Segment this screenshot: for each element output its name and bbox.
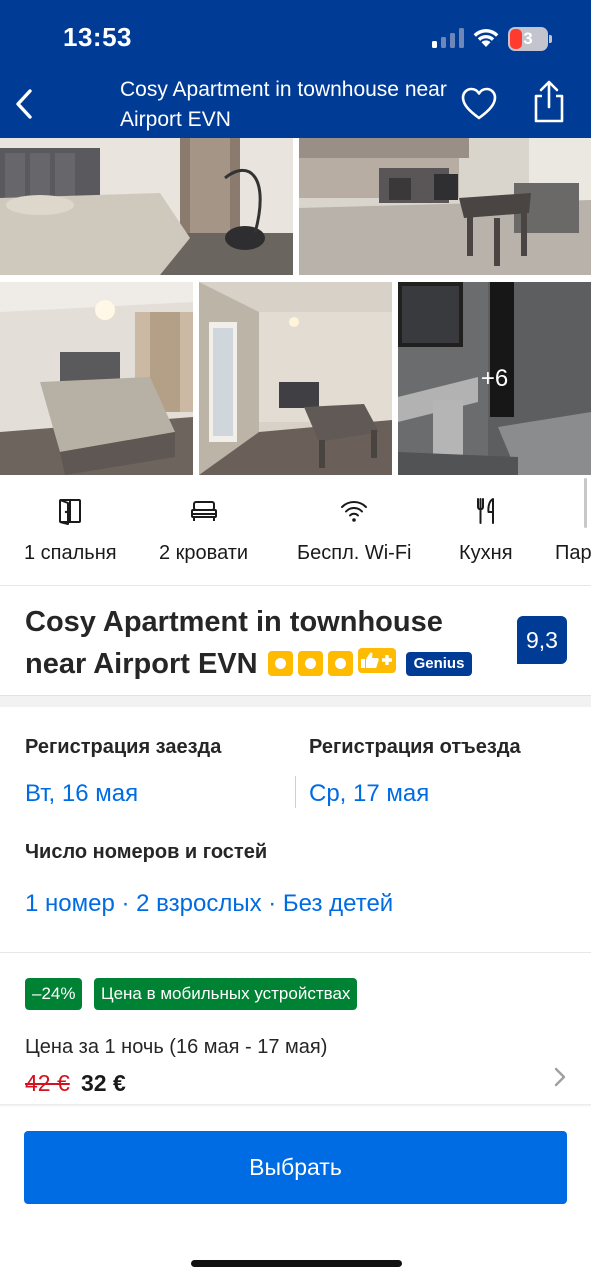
gallery-photo-bedroom[interactable] [0, 138, 293, 275]
nav-title: Cosy Apartment in townhouse near Airport… [120, 78, 447, 131]
booking-details: Регистрация заезда Вт, 16 мая Регистраци… [0, 708, 591, 953]
discounted-price: 32 € [81, 1070, 126, 1096]
star-icon [267, 651, 293, 676]
favorite-button[interactable] [460, 86, 498, 122]
section-divider [0, 695, 591, 707]
bottom-bar-shadow [0, 1104, 591, 1107]
facility-label: Беспл. Wi-Fi [297, 542, 412, 564]
battery-level: 3 [523, 29, 533, 48]
facilities-row[interactable]: 1 спальня 2 кровати Беспл. Wi-Fi Кухня П… [0, 476, 591, 586]
home-indicator[interactable] [191, 1260, 402, 1267]
gallery-photo-kitchen[interactable] [299, 138, 591, 275]
more-photos-overlay[interactable]: +6 [398, 282, 591, 475]
genius-badge: Genius [405, 652, 473, 676]
bed-icon [190, 501, 217, 521]
facility-label: 1 спальня [24, 542, 117, 564]
facility-bedroom: 1 спальня [24, 496, 117, 565]
status-time: 13:53 [63, 22, 132, 52]
price-block[interactable]: –24% Цена в мобильных устройствах Цена з… [0, 954, 591, 1104]
share-icon [534, 80, 564, 123]
chevron-right-icon[interactable] [548, 1062, 572, 1092]
property-header: Cosy Apartment in townhouse near Airport… [0, 587, 591, 695]
star-rating [267, 651, 353, 676]
original-price: 42 € [25, 1070, 70, 1096]
preferred-partner-icon [357, 647, 396, 673]
checkin-date-link[interactable]: Вт, 16 мая [25, 780, 138, 808]
review-score-badge[interactable]: 9,3 [517, 616, 567, 664]
share-button[interactable] [530, 80, 568, 124]
facility-label: Пар [555, 542, 591, 564]
thumbs-up-plus-icon [360, 652, 392, 668]
star-icon [297, 651, 323, 676]
checkout-label: Регистрация отъезда [309, 736, 521, 758]
fork-knife-icon [476, 498, 494, 524]
guests-label: Число номеров и гостей [25, 841, 268, 863]
status-bar: 13:53 3 [0, 0, 591, 70]
heart-icon [461, 87, 497, 120]
date-divider [295, 776, 296, 808]
chevron-left-icon [16, 89, 32, 119]
wifi-status-icon [473, 29, 499, 47]
top-nav-bar: Cosy Apartment in townhouse near Airport… [0, 70, 591, 138]
mobile-price-badge: Цена в мобильных устройствах [94, 978, 358, 1010]
back-button[interactable] [6, 82, 42, 126]
facility-label: Кухня [459, 542, 513, 564]
guests-link[interactable]: 1 номер · 2 взрослых · Без детей [25, 890, 393, 918]
facility-kitchen: Кухня [459, 496, 513, 565]
facility-wifi: Беспл. Wi-Fi [297, 496, 412, 565]
photo-gallery[interactable]: +6 [0, 138, 591, 476]
gallery-photo-bedroom-2[interactable] [0, 282, 193, 475]
facility-label: 2 кровати [159, 542, 249, 564]
wifi-icon [341, 501, 368, 522]
checkin-label: Регистрация заезда [25, 736, 222, 758]
cellular-signal-icon [432, 28, 464, 48]
gallery-photo-living-room[interactable] [199, 282, 392, 475]
star-icon [327, 651, 353, 676]
door-icon [59, 499, 82, 525]
facilities-scroll-indicator [584, 478, 587, 528]
select-button[interactable]: Выбрать [24, 1131, 567, 1204]
battery-icon: 3 [508, 27, 552, 51]
facility-beds: 2 кровати [159, 496, 248, 565]
discount-badge: –24% [25, 978, 83, 1010]
checkout-date-link[interactable]: Ср, 17 мая [309, 780, 429, 808]
price-per-night-label: Цена за 1 ночь (16 мая - 17 мая) [25, 1036, 328, 1058]
gallery-photo-bathroom[interactable]: +6 [398, 282, 591, 475]
property-title-block: Cosy Apartment in townhouse near Airport… [25, 601, 495, 685]
